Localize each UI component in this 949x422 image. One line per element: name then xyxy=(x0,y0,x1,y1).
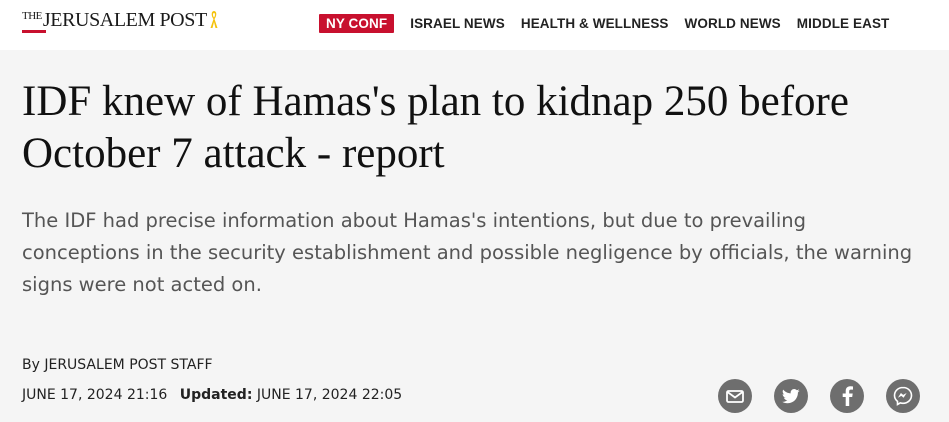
share-twitter-button[interactable] xyxy=(774,379,808,413)
share-buttons xyxy=(718,379,920,413)
published-date: JUNE 17, 2024 21:16 xyxy=(22,387,168,403)
nav-item-world-news[interactable]: WORLD NEWS xyxy=(685,16,781,31)
logo-name: JERUSALEM POST xyxy=(42,9,207,31)
logo-underline xyxy=(22,30,46,33)
nav-item-middle-east[interactable]: MIDDLE EAST xyxy=(797,16,890,31)
email-icon xyxy=(726,389,744,403)
yellow-ribbon-icon xyxy=(209,10,219,35)
article-dates: JUNE 17, 2024 21:16 Updated: JUNE 17, 20… xyxy=(22,387,402,403)
logo-prefix: THE xyxy=(22,10,42,22)
share-messenger-button[interactable] xyxy=(886,379,920,413)
share-facebook-button[interactable] xyxy=(830,379,864,413)
facebook-icon xyxy=(842,386,853,406)
article-title: IDF knew of Hamas's plan to kidnap 250 b… xyxy=(22,78,849,177)
article-subtitle: The IDF had precise information about Ha… xyxy=(22,209,913,296)
twitter-icon xyxy=(782,388,800,404)
share-email-button[interactable] xyxy=(718,379,752,413)
nav-item-ny-conf[interactable]: NY CONF xyxy=(319,13,395,33)
byline: By JERUSALEM POST STAFF xyxy=(22,357,213,373)
jerusalem-post-logo[interactable]: THE JERUSALEM POST xyxy=(22,9,219,39)
messenger-icon xyxy=(893,386,913,406)
top-navigation-bar: THE JERUSALEM POST NY CONF ISRAEL NEWS H… xyxy=(0,0,949,50)
main-nav: NY CONF ISRAEL NEWS HEALTH & WELLNESS WO… xyxy=(319,13,905,33)
updated-date: JUNE 17, 2024 22:05 xyxy=(256,387,403,403)
nav-item-israel-news[interactable]: ISRAEL NEWS xyxy=(410,16,505,31)
updated-label: Updated: xyxy=(179,387,253,403)
nav-item-health-wellness[interactable]: HEALTH & WELLNESS xyxy=(521,16,669,31)
